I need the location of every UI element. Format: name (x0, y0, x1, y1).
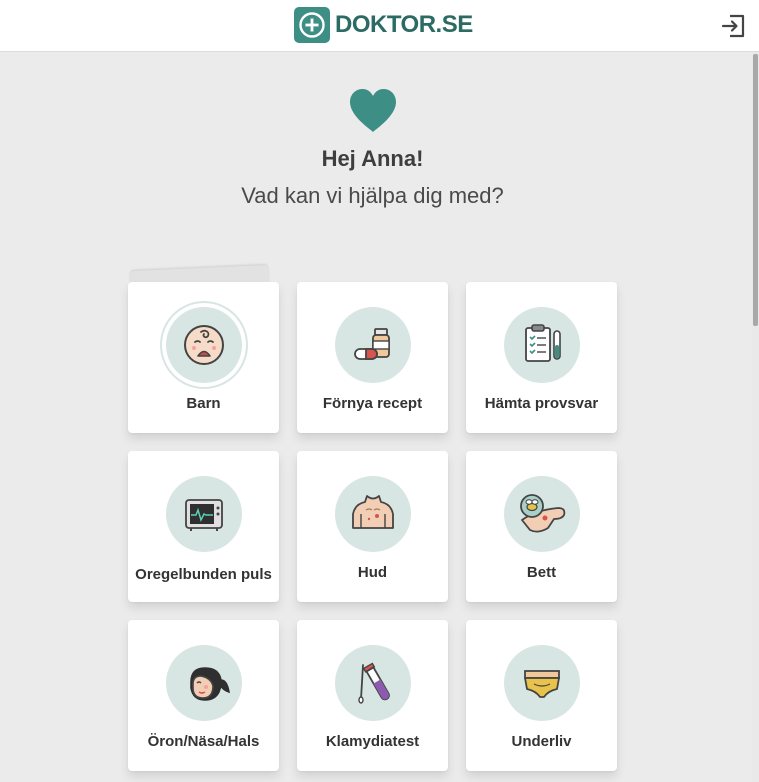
logout-icon[interactable] (721, 12, 747, 40)
service-label: Hämta provsvar (484, 395, 599, 412)
service-label: Hud (357, 564, 388, 581)
insect-bite-icon (504, 476, 580, 552)
service-card-bett[interactable]: Bett (466, 451, 617, 602)
service-card-klamydiatest[interactable]: Klamydiatest (297, 620, 448, 771)
service-card-hud[interactable]: Hud (297, 451, 448, 602)
clipboard-test-icon (504, 307, 580, 383)
service-label: Barn (186, 395, 221, 412)
service-card-fornya-recept[interactable]: Förnya recept (297, 282, 448, 433)
underwear-icon (504, 645, 580, 721)
service-card-barn[interactable]: Barn (128, 282, 279, 433)
greeting-heading: Hej Anna! (321, 146, 424, 171)
service-card-oregelbunden-puls[interactable]: Oregelbunden puls (128, 451, 279, 602)
service-card-underliv[interactable]: Underliv (466, 620, 617, 771)
service-card-hamta-provsvar[interactable]: Hämta provsvar (466, 282, 617, 433)
help-question: Vad kan vi hjälpa dig med? (241, 183, 504, 208)
service-label: Underliv (511, 733, 572, 750)
skin-icon (335, 476, 411, 552)
plus-logo-icon (294, 7, 330, 43)
scrollbar-thumb[interactable] (753, 54, 758, 326)
service-label: Oregelbunden puls (135, 566, 272, 583)
brand-logo[interactable]: DOKTOR.SE (294, 6, 473, 44)
baby-icon (166, 307, 242, 383)
service-label: Bett (526, 564, 557, 581)
service-card-oron-nasa-hals[interactable]: Öron/Näsa/Hals (128, 620, 279, 771)
service-label: Klamydiatest (325, 733, 420, 750)
prescription-icon (335, 307, 411, 383)
test-tube-icon (335, 645, 411, 721)
heart-monitor-icon (166, 476, 242, 552)
ent-icon (166, 645, 242, 721)
service-label: Öron/Näsa/Hals (147, 733, 260, 750)
heart-icon (348, 88, 398, 134)
service-label: Förnya recept (322, 395, 423, 412)
brand-name: DOKTOR.SE (335, 11, 473, 38)
top-header: DOKTOR.SE (0, 0, 759, 52)
